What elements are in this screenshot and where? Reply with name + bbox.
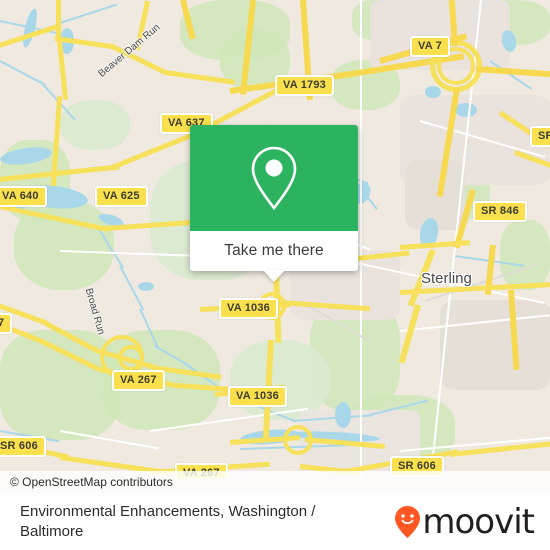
road-shield-sr-606: SR 606 — [0, 436, 46, 457]
popup-header — [190, 125, 358, 231]
moovit-pin-icon — [395, 506, 421, 538]
location-popup-card[interactable]: Take me there — [190, 125, 358, 282]
map-road-highway — [56, 0, 61, 40]
footer-bar: Environmental Enhancements, Washington /… — [0, 493, 550, 550]
map-green-area — [60, 100, 130, 150]
road-shield-7: 7 — [0, 313, 13, 334]
map-screen: Beaver Dam Run Broad Run Sterling VA 7 V… — [0, 0, 550, 550]
map-attribution-bar: © OpenStreetMap contributors — [0, 471, 550, 493]
popup-action-bar[interactable]: Take me there — [190, 231, 358, 282]
map-interchange-ring — [118, 345, 144, 371]
road-shield-sr: SR — [530, 126, 550, 147]
road-shield-va-1036: VA 1036 — [228, 386, 287, 407]
road-shield-va-1036: VA 1036 — [219, 298, 278, 319]
place-label-sterling: Sterling — [421, 270, 472, 287]
osm-attribution-text: © OpenStreetMap contributors — [10, 475, 173, 489]
moovit-logo: moovit — [395, 502, 535, 542]
map-canvas[interactable]: Beaver Dam Run Broad Run Sterling VA 7 V… — [0, 0, 550, 478]
map-urban-area — [440, 300, 550, 390]
map-water — [138, 282, 154, 291]
road-shield-va-7: VA 7 — [410, 36, 451, 57]
road-shield-va-640: VA 640 — [0, 186, 47, 207]
road-shield-va-625: VA 625 — [95, 186, 148, 207]
map-green-area — [230, 340, 330, 420]
map-water — [455, 103, 477, 117]
map-green-area — [500, 220, 550, 290]
map-water — [425, 86, 441, 98]
popup-pointer — [263, 270, 285, 282]
moovit-wordmark: moovit — [422, 502, 535, 542]
road-shield-sr-846: SR 846 — [473, 201, 527, 222]
take-me-there-label: Take me there — [224, 242, 324, 259]
road-shield-va-267: VA 267 — [112, 370, 165, 391]
road-shield-va-1793: VA 1793 — [275, 75, 334, 96]
place-title: Environmental Enhancements, Washington /… — [20, 502, 316, 540]
location-pin-icon — [251, 146, 297, 211]
